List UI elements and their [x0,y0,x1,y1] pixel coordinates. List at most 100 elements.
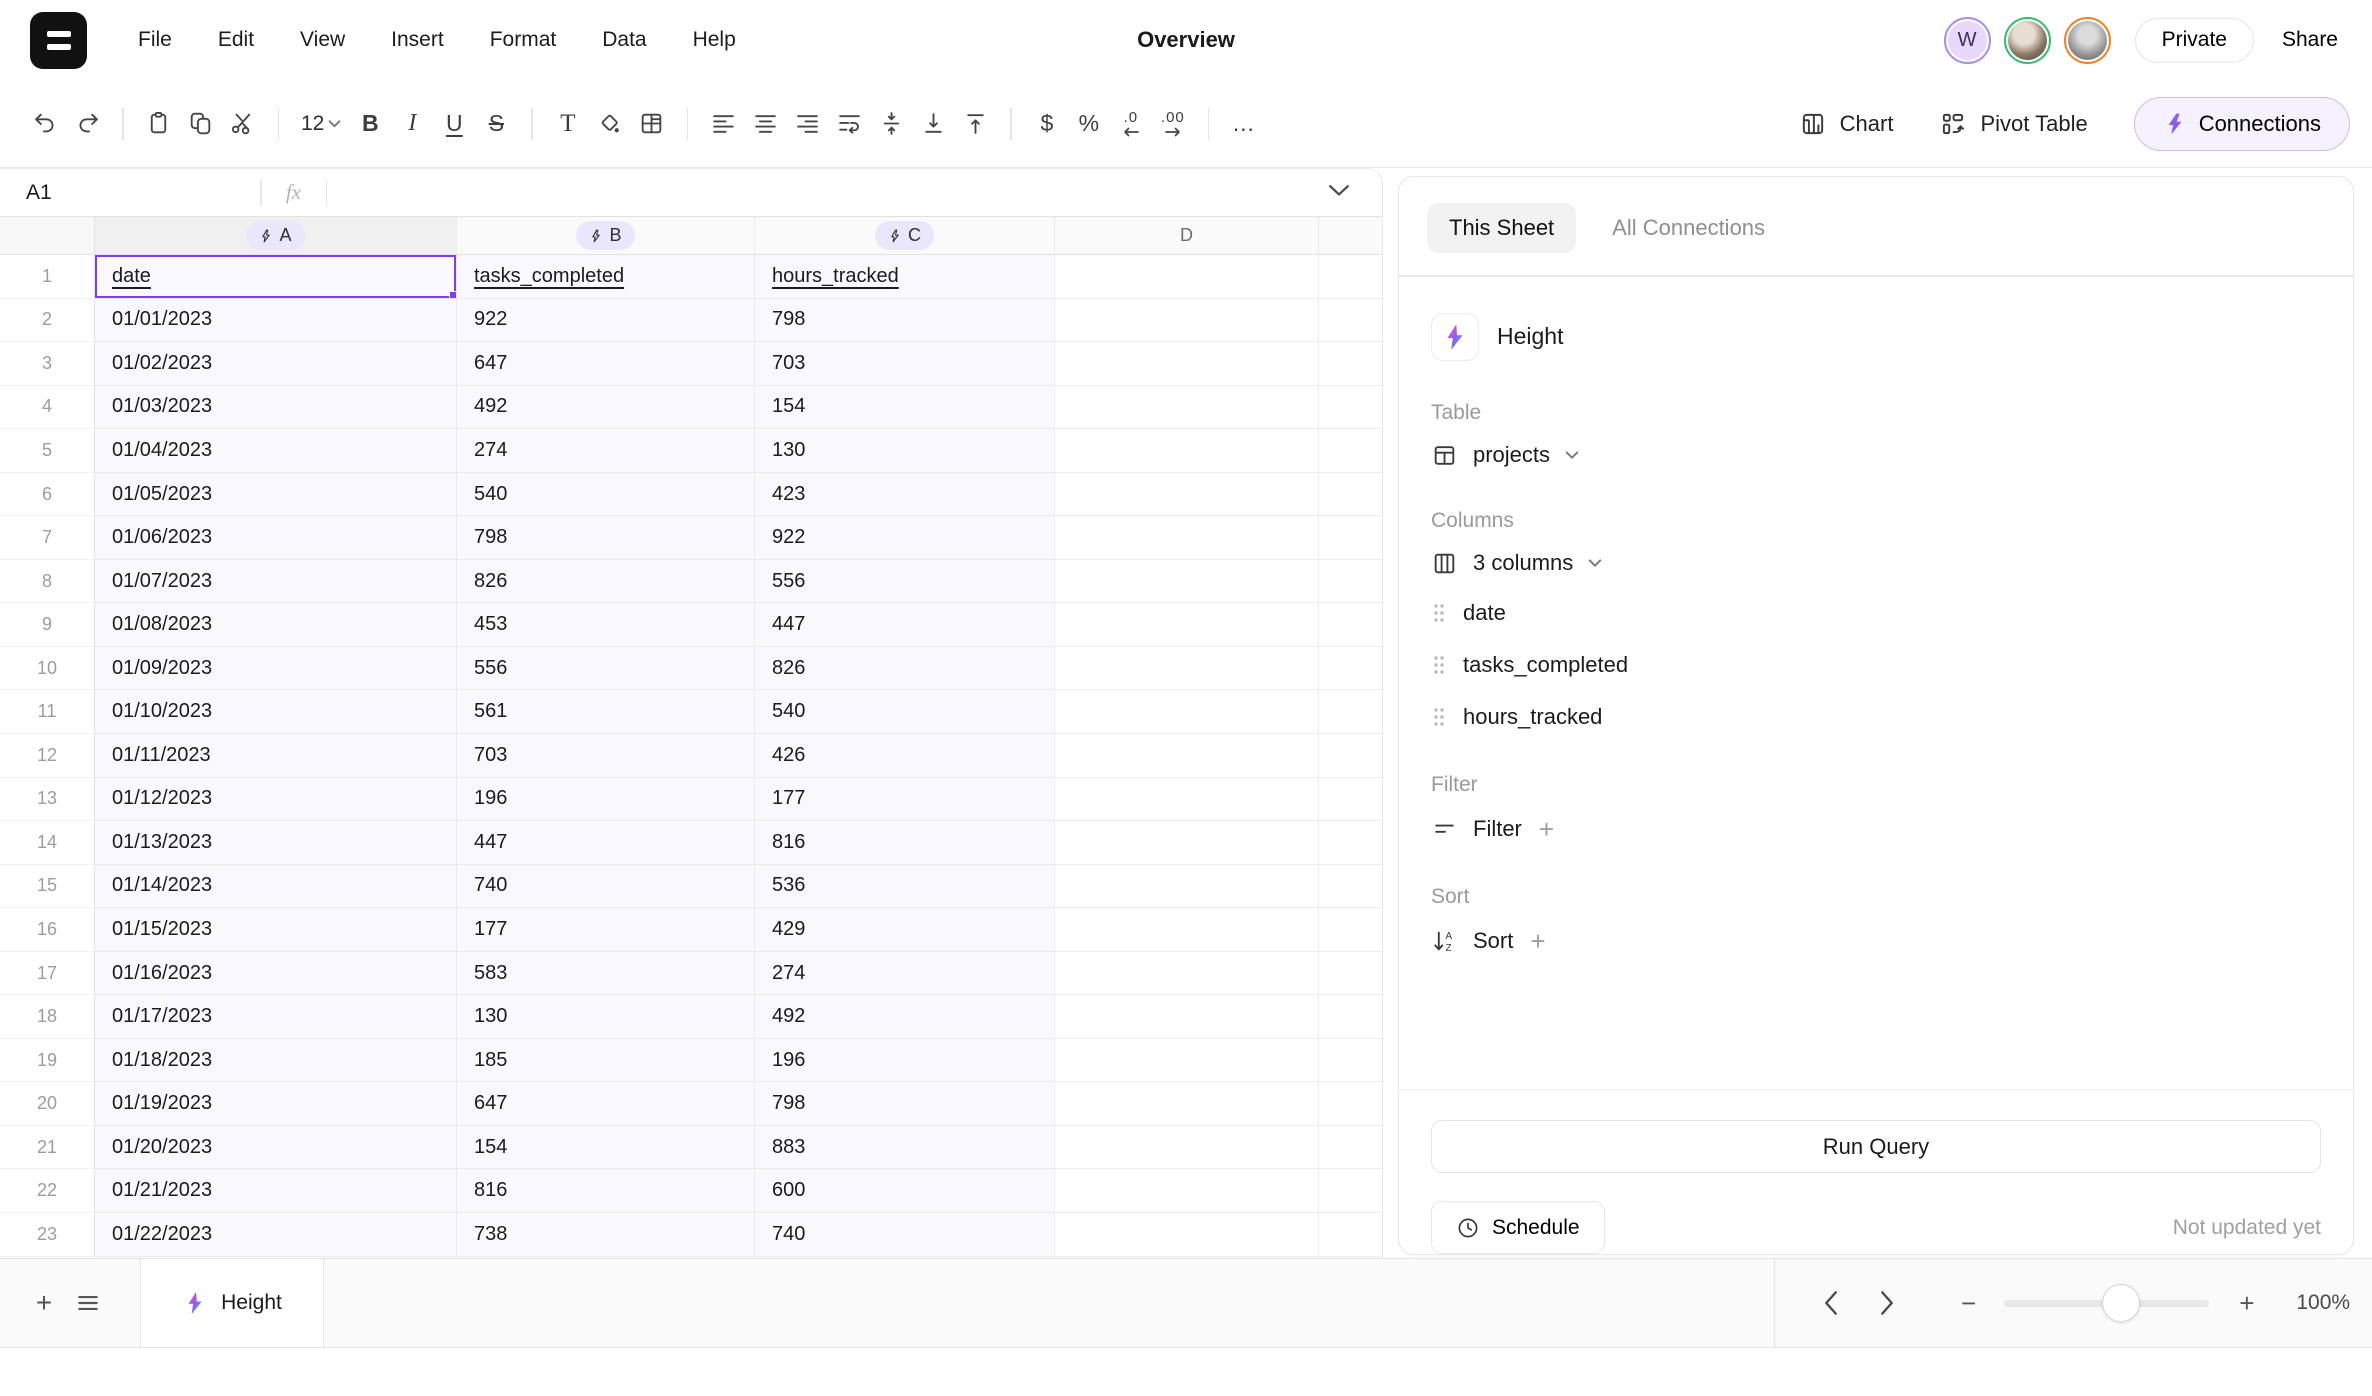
cell-C14[interactable]: 816 [755,821,1055,865]
cell-A19[interactable]: 01/18/2023 [95,1039,457,1083]
fill-handle[interactable] [449,291,457,299]
filter-row[interactable]: Filter + [1431,814,2321,845]
cell-C8[interactable]: 556 [755,560,1055,604]
cell-X19[interactable] [1319,1039,1383,1083]
cell-C20[interactable]: 798 [755,1082,1055,1126]
menu-item-format[interactable]: Format [467,18,580,62]
align-top-button[interactable] [954,103,996,145]
cell-C11[interactable]: 540 [755,690,1055,734]
cell-B22[interactable]: 816 [457,1169,755,1213]
cell-C6[interactable]: 423 [755,473,1055,517]
row-header[interactable]: 16 [0,908,95,952]
cell-D22[interactable] [1055,1169,1319,1213]
column-header-C[interactable]: C [755,217,1055,254]
row-header[interactable]: 19 [0,1039,95,1083]
cell-D9[interactable] [1055,603,1319,647]
cell-B9[interactable]: 453 [457,603,755,647]
row-header[interactable]: 23 [0,1213,95,1257]
cell-X15[interactable] [1319,865,1383,909]
cell-C13[interactable]: 177 [755,778,1055,822]
connection-row[interactable]: Height [1431,313,2321,361]
cell-A9[interactable]: 01/08/2023 [95,603,457,647]
cell-C17[interactable]: 274 [755,952,1055,996]
cell-B6[interactable]: 540 [457,473,755,517]
cell-D16[interactable] [1055,908,1319,952]
cell-C1[interactable]: hours_tracked [755,255,1055,299]
underline-button[interactable]: U [433,103,475,145]
cell-A4[interactable]: 01/03/2023 [95,386,457,430]
align-bottom-button[interactable] [912,103,954,145]
column-header-D[interactable]: D [1055,217,1319,254]
row-header[interactable]: 10 [0,647,95,691]
column-item-hours_tracked[interactable]: hours_tracked [1431,701,2321,733]
row-header[interactable]: 14 [0,821,95,865]
cell-C3[interactable]: 703 [755,342,1055,386]
cell-X11[interactable] [1319,690,1383,734]
row-header[interactable]: 1 [0,255,95,299]
avatar[interactable]: W [1944,17,1991,64]
columns-select[interactable]: 3 columns [1431,550,2321,577]
align-center-button[interactable] [744,103,786,145]
cell-A3[interactable]: 01/02/2023 [95,342,457,386]
cell-A20[interactable]: 01/19/2023 [95,1082,457,1126]
cell-B12[interactable]: 703 [457,734,755,778]
column-item-tasks_completed[interactable]: tasks_completed [1431,649,2321,681]
row-header[interactable]: 17 [0,952,95,996]
cell-A1[interactable]: date [95,255,457,299]
text-wrap-button[interactable] [828,103,870,145]
cell-D4[interactable] [1055,386,1319,430]
row-header[interactable]: 6 [0,473,95,517]
cell-A6[interactable]: 01/05/2023 [95,473,457,517]
cell-X21[interactable] [1319,1126,1383,1170]
cell-D11[interactable] [1055,690,1319,734]
cell-D3[interactable] [1055,342,1319,386]
cut-button[interactable] [222,103,264,145]
row-header[interactable]: 11 [0,690,95,734]
borders-button[interactable] [631,103,673,145]
cell-B14[interactable]: 447 [457,821,755,865]
cell-A14[interactable]: 01/13/2023 [95,821,457,865]
bold-button[interactable]: B [349,103,391,145]
cell-C9[interactable]: 447 [755,603,1055,647]
cell-D1[interactable] [1055,255,1319,299]
share-button[interactable]: Share [2282,28,2338,52]
row-header[interactable]: 5 [0,429,95,473]
cell-D20[interactable] [1055,1082,1319,1126]
avatar[interactable] [2064,17,2111,64]
row-header[interactable]: 22 [0,1169,95,1213]
cell-X16[interactable] [1319,908,1383,952]
cell-B10[interactable]: 556 [457,647,755,691]
add-sheet-button[interactable]: + [22,1281,66,1325]
cell-D7[interactable] [1055,516,1319,560]
vertical-align-center-button[interactable] [870,103,912,145]
row-header[interactable]: 12 [0,734,95,778]
cell-X8[interactable] [1319,560,1383,604]
cell-C5[interactable]: 130 [755,429,1055,473]
cell-D5[interactable] [1055,429,1319,473]
cell-X12[interactable] [1319,734,1383,778]
cell-X3[interactable] [1319,342,1383,386]
cell-A11[interactable]: 01/10/2023 [95,690,457,734]
cell-B11[interactable]: 561 [457,690,755,734]
cell-D19[interactable] [1055,1039,1319,1083]
drag-handle-icon[interactable] [1431,705,1447,729]
cell-B5[interactable]: 274 [457,429,755,473]
menu-item-insert[interactable]: Insert [368,18,467,62]
cell-D21[interactable] [1055,1126,1319,1170]
cell-A16[interactable]: 01/15/2023 [95,908,457,952]
cell-A17[interactable]: 01/16/2023 [95,952,457,996]
avatar[interactable] [2004,17,2051,64]
sheet-tab-height[interactable]: Height [140,1259,324,1347]
column-header-A[interactable]: A [95,217,457,254]
cell-X22[interactable] [1319,1169,1383,1213]
cell-A2[interactable]: 01/01/2023 [95,299,457,343]
cell-A13[interactable]: 01/12/2023 [95,778,457,822]
cell-D10[interactable] [1055,647,1319,691]
align-right-button[interactable] [786,103,828,145]
cell-A15[interactable]: 01/14/2023 [95,865,457,909]
cell-B18[interactable]: 130 [457,995,755,1039]
cell-B7[interactable]: 798 [457,516,755,560]
next-sheet-button[interactable] [1865,1281,1909,1325]
row-header[interactable]: 3 [0,342,95,386]
select-all-corner[interactable] [0,217,95,254]
